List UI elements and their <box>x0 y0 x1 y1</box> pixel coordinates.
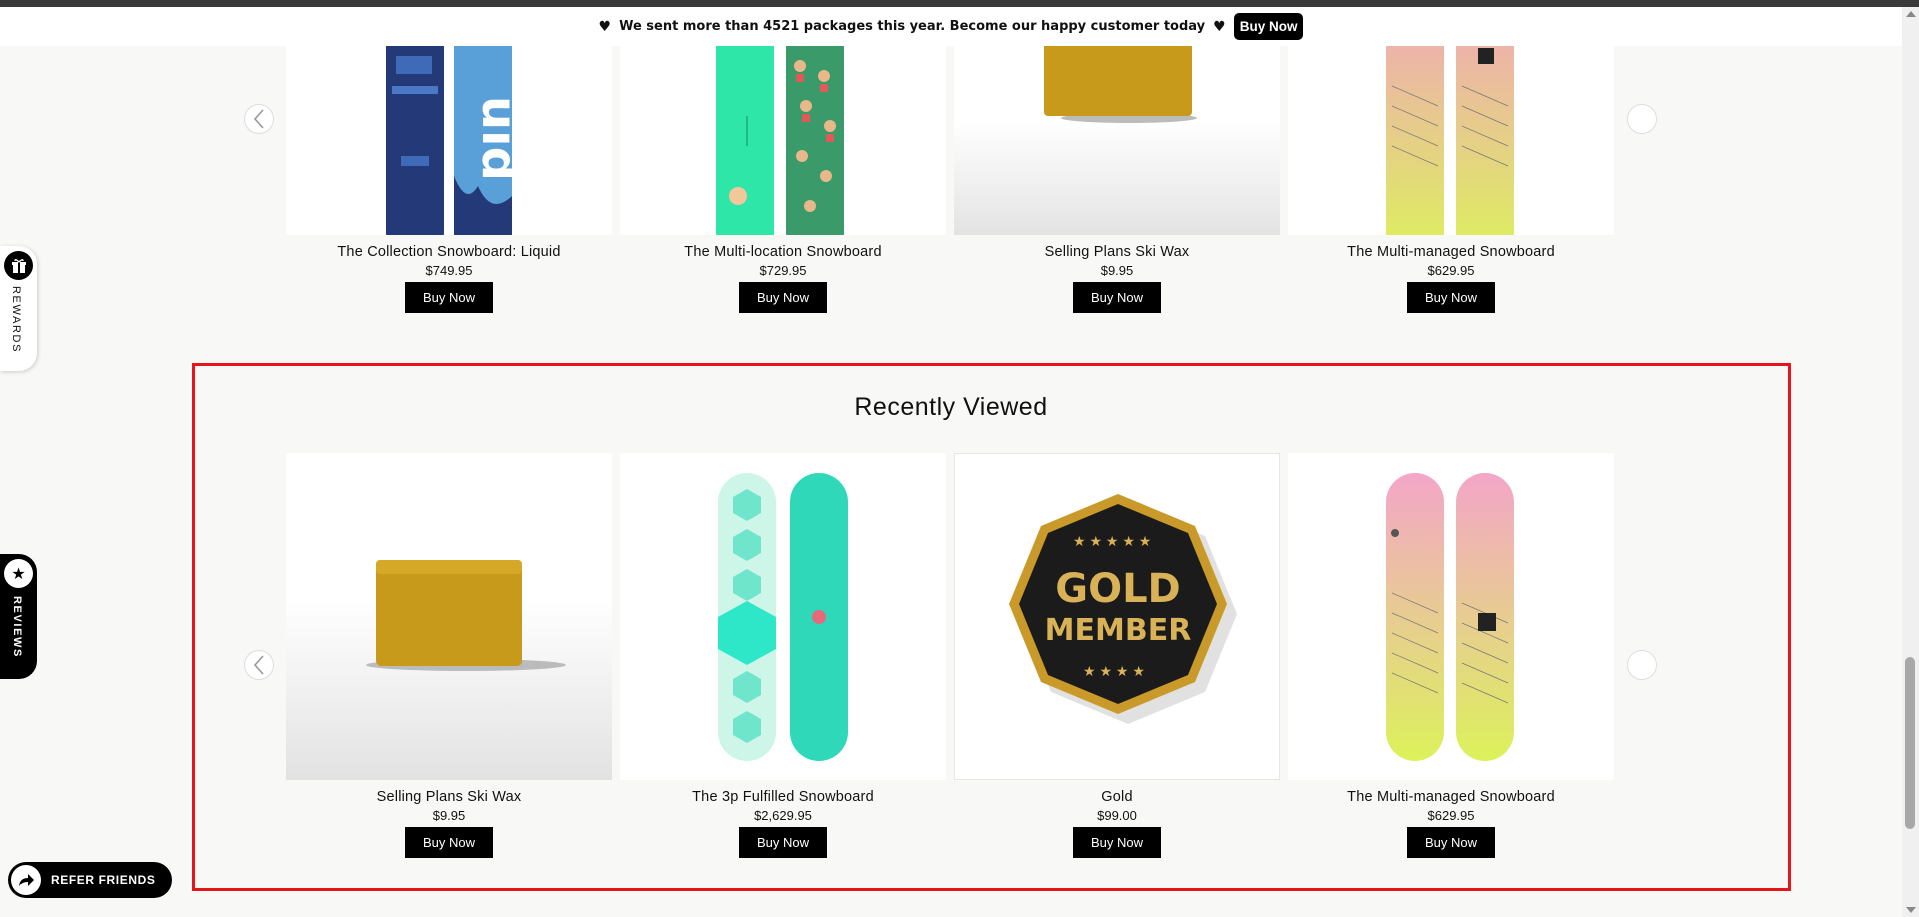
announcement-text: We sent more than 4521 packages this yea… <box>619 19 1206 34</box>
svg-text:★ ★ ★ ★ ★: ★ ★ ★ ★ ★ <box>1073 533 1151 549</box>
buy-now-button[interactable]: Buy Now <box>739 282 827 313</box>
buy-now-button[interactable]: Buy Now <box>1073 827 1161 858</box>
rewards-label: REWARDS <box>10 286 22 354</box>
announcement-buy-now-button[interactable]: Buy Now <box>1233 13 1304 40</box>
carousel-next-button[interactable] <box>1627 104 1657 134</box>
product-image[interactable]: ★ ★ ★ ★ ★ ★ ★ ★ ★ GOLD MEMBER <box>954 453 1280 780</box>
product-card: uid The Collection Snowboard: Liquid $74… <box>286 46 612 313</box>
product-price: $9.95 <box>432 808 466 823</box>
reviews-label: REVIEWS <box>11 596 23 658</box>
product-name[interactable]: The Multi-location Snowboard <box>620 244 946 260</box>
product-price: $2,629.95 <box>754 808 812 823</box>
rewards-tab[interactable]: REWARDS <box>0 246 37 371</box>
product-price: $729.95 <box>759 263 807 278</box>
carousel-prev-button[interactable] <box>244 104 274 134</box>
star-icon: ★ <box>4 559 33 588</box>
browser-top-edge <box>0 0 1919 7</box>
badge-line-1: GOLD <box>1055 566 1181 612</box>
reviews-tab[interactable]: ★ REVIEWS <box>0 554 37 679</box>
product-price: $99.00 <box>1097 808 1137 823</box>
product-name[interactable]: The Multi-managed Snowboard <box>1288 789 1614 805</box>
badge-line-2: MEMBER <box>1045 613 1192 648</box>
carousel-next-button[interactable] <box>1627 650 1657 680</box>
product-image[interactable] <box>1288 46 1614 235</box>
share-arrow-icon <box>11 865 41 895</box>
product-card: Selling Plans Ski Wax $9.95 Buy Now <box>954 46 1280 313</box>
chevron-left-icon <box>253 655 264 675</box>
product-image[interactable] <box>620 453 946 780</box>
page-scrollbar[interactable] <box>1902 7 1919 917</box>
buy-now-button[interactable]: Buy Now <box>405 827 493 858</box>
product-image[interactable]: uid <box>286 46 612 235</box>
product-image[interactable] <box>1288 453 1614 780</box>
recently-viewed-carousel: Selling Plans Ski Wax $9.95 Buy Now The … <box>286 453 1615 858</box>
buy-now-button[interactable]: Buy Now <box>739 827 827 858</box>
product-price: $629.95 <box>1427 808 1475 823</box>
product-card: The Multi-managed Snowboard $629.95 Buy … <box>1288 46 1614 313</box>
buy-now-button[interactable]: Buy Now <box>405 282 493 313</box>
product-card: ★ ★ ★ ★ ★ ★ ★ ★ ★ GOLD MEMBER Gold $99.0… <box>954 453 1280 858</box>
scroll-up-icon[interactable] <box>1906 11 1916 17</box>
svg-text:★ ★ ★ ★: ★ ★ ★ ★ <box>1083 663 1145 679</box>
heart-icon: ♥ <box>1213 18 1226 35</box>
product-price: $629.95 <box>1427 263 1475 278</box>
buy-now-button[interactable]: Buy Now <box>1073 282 1161 313</box>
product-name[interactable]: Selling Plans Ski Wax <box>286 789 612 805</box>
announcement-bar: ♥ We sent more than 4521 packages this y… <box>0 7 1902 46</box>
product-card: The 3p Fulfilled Snowboard $2,629.95 Buy… <box>620 453 946 858</box>
product-name[interactable]: The Collection Snowboard: Liquid <box>286 244 612 260</box>
product-name[interactable]: The Multi-managed Snowboard <box>1288 244 1614 260</box>
chevron-left-icon <box>253 109 264 129</box>
product-price: $9.95 <box>1100 263 1134 278</box>
scrollbar-thumb[interactable] <box>1905 657 1915 829</box>
carousel-prev-button[interactable] <box>244 650 274 680</box>
product-name[interactable]: Selling Plans Ski Wax <box>954 244 1280 260</box>
product-card: Selling Plans Ski Wax $9.95 Buy Now <box>286 453 612 858</box>
section-title: Recently Viewed <box>854 393 1048 421</box>
product-name[interactable]: Gold <box>954 789 1280 805</box>
product-card: The Multi-managed Snowboard $629.95 Buy … <box>1288 453 1614 858</box>
product-carousel: uid The Collection Snowboard: Liquid $74… <box>286 46 1615 313</box>
buy-now-button[interactable]: Buy Now <box>1407 827 1495 858</box>
product-name[interactable]: The 3p Fulfilled Snowboard <box>620 789 946 805</box>
product-price: $749.95 <box>425 263 473 278</box>
refer-friends-button[interactable]: REFER FRIENDS <box>8 862 172 898</box>
product-image[interactable] <box>286 453 612 780</box>
gift-icon <box>4 251 33 280</box>
buy-now-button[interactable]: Buy Now <box>1407 282 1495 313</box>
scroll-down-icon[interactable] <box>1906 907 1916 913</box>
heart-icon: ♥ <box>598 18 612 35</box>
product-card: The Multi-location Snowboard $729.95 Buy… <box>620 46 946 313</box>
refer-friends-label: REFER FRIENDS <box>51 873 156 887</box>
product-image[interactable] <box>620 46 946 235</box>
svg-text:uid: uid <box>471 96 527 181</box>
product-image[interactable] <box>954 46 1280 235</box>
